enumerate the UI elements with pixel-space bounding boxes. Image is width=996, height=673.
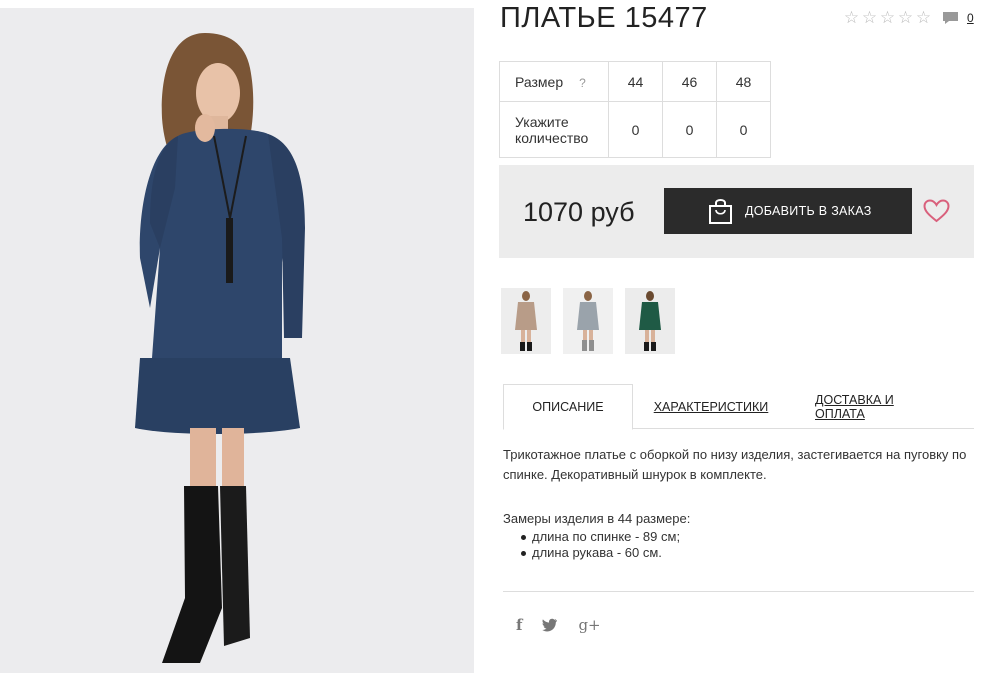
measures-title: Замеры изделия в 44 размере: <box>503 511 691 526</box>
star-icon[interactable]: ☆ <box>915 9 932 26</box>
quantity-input-48[interactable]: 0 <box>716 101 771 158</box>
star-icon[interactable]: ☆ <box>879 9 896 26</box>
color-thumbnails <box>501 288 675 354</box>
help-icon[interactable]: ? <box>579 76 586 90</box>
product-tabs: ОПИСАНИЕ ХАРАКТЕРИСТИКИ ДОСТАВКА И ОПЛАТ… <box>503 384 974 430</box>
quantity-input-44[interactable]: 0 <box>608 101 663 158</box>
star-icon[interactable]: ☆ <box>843 9 860 26</box>
heart-icon[interactable] <box>923 199 950 223</box>
size-48: 48 <box>716 61 771 102</box>
size-label: Размер <box>515 73 564 90</box>
description-text: Трикотажное платье с оборкой по низу изд… <box>503 447 967 482</box>
star-icon[interactable]: ☆ <box>897 9 914 26</box>
size-46: 46 <box>662 61 717 102</box>
add-to-order-label: ДОБАВИТЬ В ЗАКАЗ <box>745 204 872 218</box>
size-table: Размер? 44 46 48 Укажите количество 0 0 … <box>499 61 771 158</box>
tab-delivery-payment[interactable]: ДОСТАВКА И ОПЛАТА <box>815 384 941 429</box>
list-item: длина рукава - 60 см. <box>521 545 974 561</box>
tab-description[interactable]: ОПИСАНИЕ <box>503 384 633 430</box>
social-share: f g+ <box>516 616 601 634</box>
thumbnail-beige[interactable] <box>501 288 551 354</box>
quantity-input-46[interactable]: 0 <box>662 101 717 158</box>
product-title: ПЛАТЬЕ 15477 <box>500 2 708 34</box>
price: 1070 руб <box>523 197 635 227</box>
bag-icon <box>709 199 732 224</box>
tab-characteristics[interactable]: ХАРАКТЕРИСТИКИ <box>654 384 769 429</box>
measures-list: длина по спинке - 89 см; длина рукава - … <box>503 529 974 560</box>
size-44: 44 <box>608 61 663 102</box>
comment-icon <box>943 12 958 24</box>
rating-stars[interactable]: ☆ ☆ ☆ ☆ ☆ <box>843 9 932 26</box>
thumbnail-grey[interactable] <box>563 288 613 354</box>
add-to-order-button[interactable]: ДОБАВИТЬ В ЗАКАЗ <box>664 188 912 234</box>
facebook-icon[interactable]: f <box>516 616 522 634</box>
star-icon[interactable]: ☆ <box>861 9 878 26</box>
price-panel: 1070 руб ДОБАВИТЬ В ЗАКАЗ <box>499 165 974 258</box>
google-plus-icon[interactable]: g+ <box>578 616 600 634</box>
description-panel: Трикотажное платье с оборкой по низу изд… <box>503 445 974 560</box>
list-item: длина по спинке - 89 см; <box>521 529 974 545</box>
main-product-photo[interactable] <box>0 8 474 673</box>
divider <box>503 591 974 592</box>
thumbnail-green[interactable] <box>625 288 675 354</box>
comments-link[interactable]: 0 <box>942 11 974 25</box>
twitter-icon[interactable] <box>542 618 558 632</box>
comments-count[interactable]: 0 <box>967 11 974 25</box>
quantity-label: Укажите количество <box>499 101 609 158</box>
